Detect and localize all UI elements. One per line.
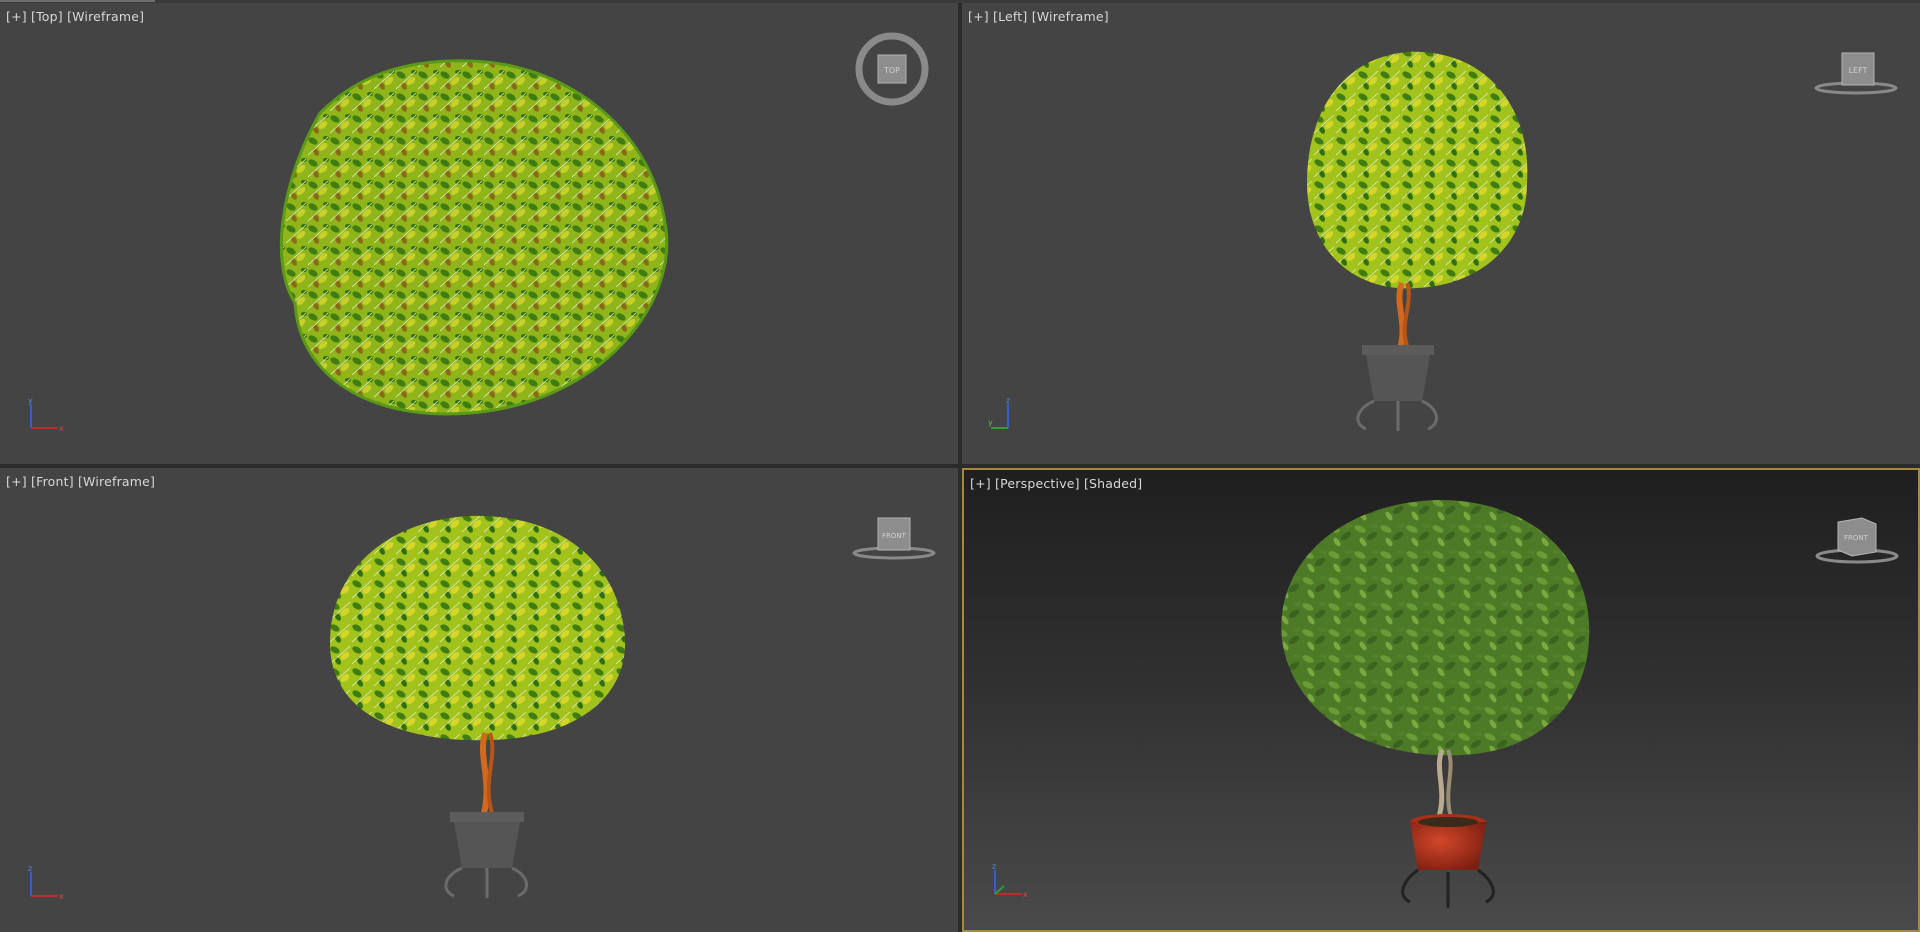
viewcube-perspective[interactable]: FRONT <box>1814 508 1900 568</box>
viewport-shading-menu[interactable]: [Wireframe] <box>1032 9 1109 24</box>
viewport-view-menu[interactable]: [Top] <box>31 9 63 24</box>
viewport-menu-button[interactable]: [+] <box>6 9 27 24</box>
viewport-label-front: [+] [Front] [Wireframe] <box>6 474 155 489</box>
viewport-label-top: [+] [Top] [Wireframe] <box>6 9 144 24</box>
viewport-shading-menu[interactable]: [Shaded] <box>1084 476 1142 491</box>
viewport-grid: TOP y x [+] [Top] [Wireframe] LEFT z y [… <box>0 3 1920 932</box>
axis-right-label: y <box>988 418 993 427</box>
axis-up-label: z <box>1006 396 1010 405</box>
axis-tripod: z x <box>990 860 1030 900</box>
viewport-view-menu[interactable]: [Perspective] <box>995 476 1080 491</box>
axis-right-label: x <box>1023 890 1028 899</box>
viewport-menu-button[interactable]: [+] <box>968 9 989 24</box>
viewcube-label: LEFT <box>1849 66 1868 75</box>
viewport-shading-menu[interactable]: [Wireframe] <box>78 474 155 489</box>
viewcube-label: FRONT <box>882 532 907 540</box>
viewport-menu-button[interactable]: [+] <box>6 474 27 489</box>
axis-up-label: z <box>992 862 996 871</box>
viewport-label-left: [+] [Left] [Wireframe] <box>968 9 1109 24</box>
viewport-left[interactable]: LEFT z y [+] [Left] [Wireframe] <box>962 3 1920 464</box>
tree-front-view <box>330 515 626 898</box>
viewcube-label: FRONT <box>1844 534 1869 542</box>
tree-perspective-view <box>1281 500 1590 908</box>
tree-top-view <box>279 59 669 416</box>
axis-up-label: z <box>28 864 32 873</box>
strip-marker <box>0 0 155 2</box>
axis-tripod: z y <box>988 394 1028 434</box>
axis-tripod: z x <box>26 862 66 902</box>
viewport-shading-menu[interactable]: [Wireframe] <box>67 9 144 24</box>
viewport-front[interactable]: FRONT z x [+] [Front] [Wireframe] <box>0 468 958 932</box>
viewcube-left[interactable]: LEFT <box>1814 43 1898 99</box>
axis-right-label: x <box>59 892 64 901</box>
axis-tripod: y x <box>26 394 66 434</box>
viewport-top[interactable]: TOP y x [+] [Top] [Wireframe] <box>0 3 958 464</box>
viewport-view-menu[interactable]: [Left] <box>993 9 1027 24</box>
tree-left-view <box>1307 51 1528 431</box>
axis-up-label: y <box>28 396 33 405</box>
viewport-label-perspective: [+] [Perspective] [Shaded] <box>970 476 1142 491</box>
viewport-perspective[interactable]: FRONT z x [+] [Perspective] [Shaded] <box>962 468 1920 932</box>
viewport-view-menu[interactable]: [Front] <box>31 474 74 489</box>
viewcube-label: TOP <box>883 66 900 75</box>
viewcube-top[interactable]: TOP <box>852 29 932 109</box>
axis-right-label: x <box>59 424 64 433</box>
viewport-menu-button[interactable]: [+] <box>970 476 991 491</box>
viewcube-front[interactable]: FRONT <box>852 508 936 564</box>
